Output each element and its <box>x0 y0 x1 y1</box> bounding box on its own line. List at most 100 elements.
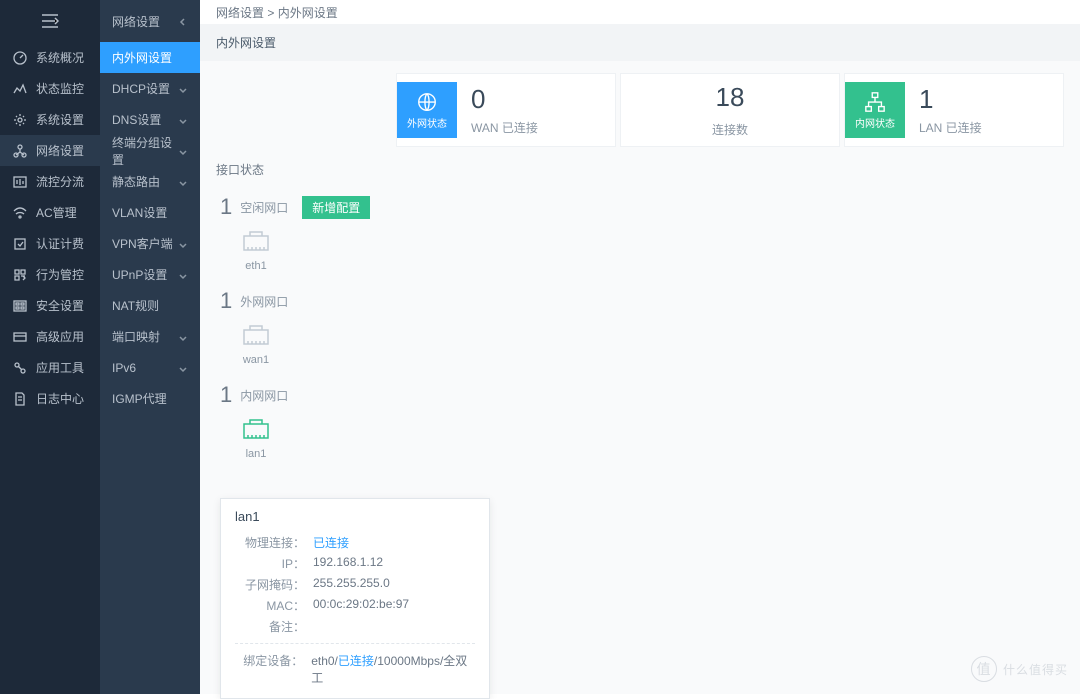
sidebar1-item-5[interactable]: AC管理 <box>0 197 100 228</box>
primary-sidebar: 系统概况状态监控系统设置网络设置流控分流 AC管理认证计费行为管控安全设置高级应用… <box>0 0 100 694</box>
stat-card-lan[interactable]: 内网状态 1 LAN 已连接 <box>844 73 1064 147</box>
crumb-parent[interactable]: 网络设置 <box>216 6 264 20</box>
sidebar2-title: 网络设置 <box>112 13 160 30</box>
port-group-title: 内网网口 <box>240 387 288 404</box>
sidebar2-item-4[interactable]: 静态路由 <box>100 166 200 197</box>
tooltip-bind-value: eth0/已连接/10000Mbps/全双工 <box>311 652 475 686</box>
sidebar1-item-6[interactable]: 认证计费 <box>0 228 100 259</box>
port-label: lan1 <box>246 448 267 460</box>
auth-icon <box>12 236 28 252</box>
stat-lan-value: 1 <box>919 84 982 115</box>
wifi-icon <box>12 205 28 221</box>
section-header: 接口状态 <box>200 151 1080 188</box>
page-title: 内外网设置 <box>200 24 1080 61</box>
sidebar1-label: 日志中心 <box>36 390 84 407</box>
ethernet-port-icon <box>238 228 274 256</box>
sidebar2-item-9[interactable]: 端口映射 <box>100 321 200 352</box>
sidebar1-label: 认证计费 <box>36 235 84 252</box>
sidebar1-label: 安全设置 <box>36 297 84 314</box>
sidebar1-label: 应用工具 <box>36 359 84 376</box>
sidebar2-label: 端口映射 <box>112 328 160 345</box>
tooltip-title: lan1 <box>235 509 475 524</box>
sidebar2-label: VLAN设置 <box>112 204 167 221</box>
sidebar2-item-11[interactable]: IGMP代理 <box>100 383 200 414</box>
sidebar2-item-3[interactable]: 终端分组设置 <box>100 135 200 166</box>
new-config-button[interactable]: 新增配置 <box>302 196 370 219</box>
tooltip-row: 备注： <box>235 616 475 637</box>
stat-card-wan[interactable]: 外网状态 0 WAN 已连接 <box>396 73 616 147</box>
dashboard-icon <box>12 50 28 66</box>
gear-icon <box>12 112 28 128</box>
sidebar2-item-2[interactable]: DNS设置 <box>100 104 200 135</box>
sidebar1-item-9[interactable]: 高级应用 <box>0 321 100 352</box>
port-eth1[interactable]: eth1 <box>226 228 286 272</box>
sidebar1-item-11[interactable]: 日志中心 <box>0 383 100 414</box>
crumb-current: 内外网设置 <box>278 6 338 20</box>
tools-icon <box>12 360 28 376</box>
sidebar2-item-0[interactable]: 内外网设置 <box>100 42 200 73</box>
globe-icon: 外网状态 <box>397 82 457 138</box>
sidebar1-item-7[interactable]: 行为管控 <box>0 259 100 290</box>
port-count: 1 <box>220 194 232 220</box>
sidebar2-label: UPnP设置 <box>112 266 167 283</box>
sidebar2-item-5[interactable]: VLAN设置 <box>100 197 200 228</box>
monitor-icon <box>12 81 28 97</box>
port-group-title: 外网网口 <box>240 293 288 310</box>
tooltip-bind-label: 绑定设备： <box>235 652 303 686</box>
sidebar2-label: 终端分组设置 <box>112 134 178 168</box>
sidebar2-item-1[interactable]: DHCP设置 <box>100 73 200 104</box>
sidebar1-item-3[interactable]: 网络设置 <box>0 135 100 166</box>
watermark: 值 什么值得买 <box>971 656 1068 682</box>
sidebar1-item-10[interactable]: 应用工具 <box>0 352 100 383</box>
sidebar1-label: 状态监控 <box>36 80 84 97</box>
tooltip-row: IP：192.168.1.12 <box>235 553 475 574</box>
ethernet-port-icon <box>238 416 274 444</box>
breadcrumb: 网络设置 > 内外网设置 <box>200 0 1080 24</box>
behavior-icon <box>12 267 28 283</box>
sidebar2-item-6[interactable]: VPN客户端 <box>100 228 200 259</box>
port-label: wan1 <box>243 354 269 366</box>
stat-conn-label: 连接数 <box>712 121 748 138</box>
sidebar2-label: VPN客户端 <box>112 235 173 252</box>
sidebar2-label: NAT规则 <box>112 297 159 314</box>
stat-card-connections[interactable]: 18 连接数 <box>620 73 840 147</box>
sidebar1-item-2[interactable]: 系统设置 <box>0 104 100 135</box>
port-count: 1 <box>220 382 232 408</box>
sidebar1-label: 流控分流 <box>36 173 84 190</box>
sidebar1-label: 高级应用 <box>36 328 84 345</box>
menu-toggle-button[interactable] <box>0 0 100 42</box>
port-tooltip: lan1 物理连接：已连接IP：192.168.1.12子网掩码：255.255… <box>220 498 490 699</box>
sidebar1-label: AC管理 <box>36 204 77 221</box>
sidebar1-item-8[interactable]: 安全设置 <box>0 290 100 321</box>
sidebar1-item-1[interactable]: 状态监控 <box>0 73 100 104</box>
stats-row: 外网状态 0 WAN 已连接 18 连接数 内网状态 1 LAN 已连接 <box>200 61 1080 151</box>
port-group-title: 空闲网口 <box>240 199 288 216</box>
tooltip-row: MAC：00:0c:29:02:be:97 <box>235 595 475 616</box>
sidebar2-label: 静态路由 <box>112 173 160 190</box>
port-group-1: 1外网网口wan1 <box>200 282 1080 376</box>
sidebar1-label: 行为管控 <box>36 266 84 283</box>
stat-wan-value: 0 <box>471 84 538 115</box>
sidebar2-label: 内外网设置 <box>112 49 172 66</box>
sidebar2-item-10[interactable]: IPv6 <box>100 352 200 383</box>
port-wan1[interactable]: wan1 <box>226 322 286 366</box>
sidebar2-item-7[interactable]: UPnP设置 <box>100 259 200 290</box>
sidebar1-item-4[interactable]: 流控分流 <box>0 166 100 197</box>
sidebar2-header[interactable]: 网络设置 <box>100 0 200 42</box>
stat-conn-value: 18 <box>716 82 745 113</box>
stat-lan-label: LAN 已连接 <box>919 119 982 136</box>
port-label: eth1 <box>245 260 266 272</box>
port-group-0: 1 空闲网口新增配置 eth1 <box>200 188 1080 282</box>
tooltip-row: 物理连接：已连接 <box>235 532 475 553</box>
port-lan1[interactable]: lan1 <box>226 416 286 460</box>
sidebar2-label: IGMP代理 <box>112 390 167 407</box>
port-group-2: 1 内网网口 lan1 <box>200 376 1080 470</box>
lan-icon: 内网状态 <box>845 82 905 138</box>
tooltip-row: 子网掩码：255.255.255.0 <box>235 574 475 595</box>
stat-wan-label: WAN 已连接 <box>471 119 538 136</box>
secondary-sidebar: 网络设置 内外网设置 DHCP设置 DNS设置终端分组设置静态路由 VLAN设置 VPN… <box>100 0 200 694</box>
sidebar2-label: DNS设置 <box>112 111 161 128</box>
sidebar2-item-8[interactable]: NAT规则 <box>100 290 200 321</box>
sidebar1-item-0[interactable]: 系统概况 <box>0 42 100 73</box>
sidebar2-label: DHCP设置 <box>112 80 170 97</box>
